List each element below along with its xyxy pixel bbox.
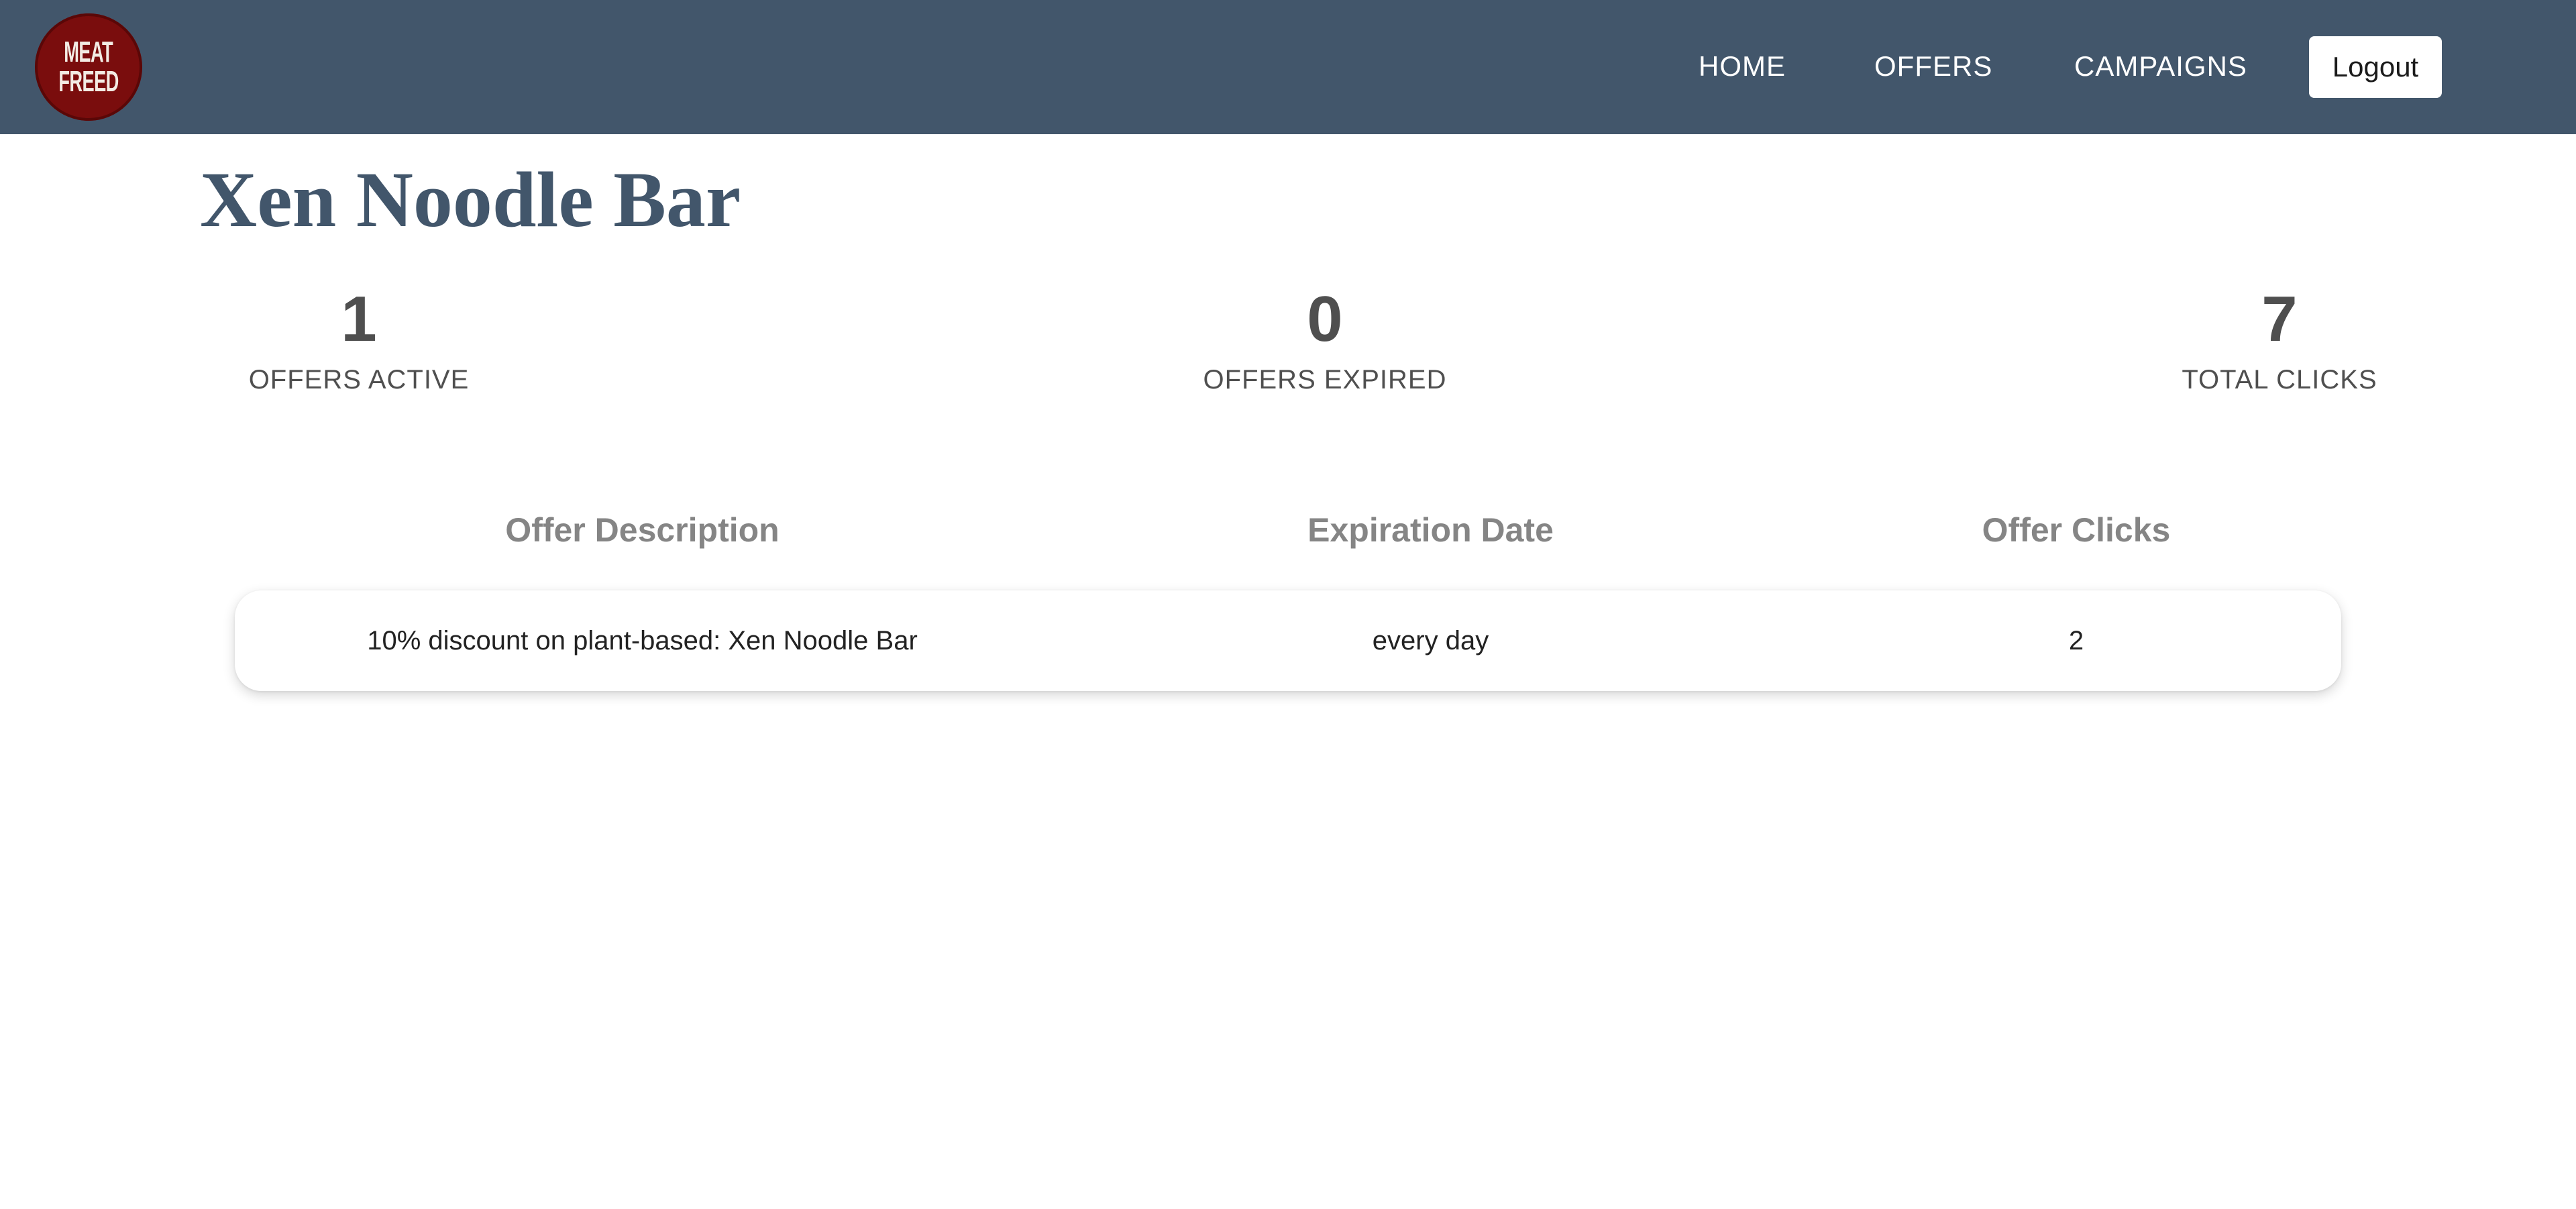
stat-offers-active: 1 OFFERS ACTIVE [191,282,527,396]
stat-label: TOTAL CLICKS [2182,365,2377,395]
stat-value: 0 [1307,283,1343,355]
page-title: Xen Noodle Bar [200,156,741,244]
nav-link-offers[interactable]: OFFERS [1874,50,1992,83]
stat-total-clicks: 7 TOTAL CLICKS [2112,282,2447,396]
nav-link-home[interactable]: HOME [1699,50,1786,83]
column-header-expiration-date: Expiration Date [1307,511,1554,549]
logo-text-line2: FREED [58,65,119,98]
offer-clicks-cell: 2 [2068,625,2084,655]
nav-link-campaigns[interactable]: CAMPAIGNS [2074,50,2247,83]
top-navbar: MEAT FREED HOME OFFERS CAMPAIGNS Logout [0,0,2576,134]
meat-freed-logo[interactable]: MEAT FREED [35,13,142,121]
stat-label: OFFERS ACTIVE [248,365,470,395]
logo-text-line1: MEAT [64,36,113,68]
stat-offers-expired: 0 OFFERS EXPIRED [1157,282,1493,396]
stat-value: 7 [2261,283,2298,355]
table-row[interactable]: 10% discount on plant-based: Xen Noodle … [235,590,2341,691]
stat-value: 1 [341,283,377,355]
offer-description-cell: 10% discount on plant-based: Xen Noodle … [367,625,918,655]
stat-label: OFFERS EXPIRED [1203,365,1447,395]
logout-button[interactable]: Logout [2309,36,2442,98]
column-header-offer-clicks: Offer Clicks [1982,511,2171,549]
column-header-offer-description: Offer Description [505,511,780,549]
expiration-date-cell: every day [1372,625,1489,655]
